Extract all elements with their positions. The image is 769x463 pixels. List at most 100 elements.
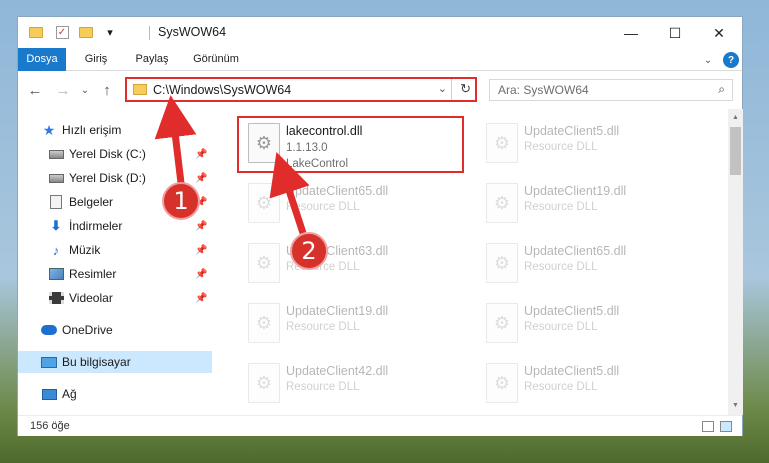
file-description: Resource DLL	[286, 381, 360, 393]
pin-icon[interactable]: 📌	[195, 221, 207, 232]
file-name: UpdateClient5.dll	[524, 304, 620, 318]
file-description: Resource DLL	[286, 321, 360, 333]
file-name: UpdateClient5.dll	[524, 124, 620, 138]
star-icon: ★	[42, 121, 56, 138]
forward-button[interactable]: →	[54, 81, 72, 99]
maximize-button[interactable]: ☐	[653, 21, 697, 45]
file-item[interactable]: ⚙ UpdateClient5.dll Resource DLL	[476, 117, 698, 175]
recent-locations-button[interactable]: ⌄	[76, 81, 94, 99]
file-name: UpdateClient5.dll	[524, 364, 620, 378]
file-name: UpdateClient65.dll	[286, 184, 389, 198]
tab-home[interactable]: Giriş	[76, 48, 116, 71]
pin-icon[interactable]: 📌	[195, 269, 207, 280]
minimize-button[interactable]: —	[609, 21, 653, 45]
sidebar-item-label: Müzik	[69, 243, 101, 257]
status-bar: 156 öğe	[18, 415, 742, 436]
address-dropdown-icon[interactable]: ⌄	[438, 82, 447, 95]
sidebar-item-quick-access[interactable]: ★ Hızlı erişim	[18, 119, 212, 141]
music-icon: ♪	[52, 242, 60, 258]
cloud-icon	[41, 322, 57, 338]
dll-file-icon: ⚙	[486, 363, 518, 403]
file-item[interactable]: ⚙ UpdateClient63.dll Resource DLL	[238, 237, 460, 295]
new-folder-icon[interactable]	[78, 25, 94, 40]
sidebar-item-label: Bu bilgisayar	[62, 355, 131, 369]
folder-icon	[28, 25, 44, 40]
sidebar-item-label: Hızlı erişim	[62, 123, 122, 137]
window-title: SysWOW64	[158, 25, 227, 39]
scrollbar-thumb[interactable]	[730, 127, 741, 175]
address-bar[interactable]: C:\Windows\SysWOW64 ⌄ ↻	[125, 77, 477, 102]
file-description: Resource DLL	[286, 201, 360, 213]
pictures-icon	[48, 266, 64, 282]
large-icons-view-icon[interactable]	[720, 421, 732, 432]
dll-file-icon: ⚙	[248, 183, 280, 223]
dll-file-icon: ⚙	[248, 363, 280, 403]
sidebar-item-label: OneDrive	[62, 323, 113, 337]
sidebar-item-onedrive[interactable]: OneDrive	[18, 319, 212, 341]
callout-1: 1	[162, 182, 200, 220]
vertical-scrollbar[interactable]: ▲ ▼	[728, 109, 743, 415]
sidebar-item-network[interactable]: Ağ	[18, 383, 212, 405]
search-placeholder: Ara: SysWOW64	[498, 83, 589, 97]
address-path[interactable]: C:\Windows\SysWOW64	[153, 83, 291, 97]
sidebar-item-this-pc[interactable]: Bu bilgisayar	[18, 351, 212, 373]
document-icon	[48, 194, 64, 210]
file-description: Resource DLL	[524, 321, 598, 333]
title-bar: ✓ ▾ SysWOW64 — ☐ ✕	[18, 17, 742, 48]
sidebar-item-label: Resimler	[69, 267, 117, 281]
dll-file-icon: ⚙	[248, 303, 280, 343]
dll-file-icon: ⚙	[486, 183, 518, 223]
navigation-bar: ← → ⌄ ↑ C:\Windows\SysWOW64 ⌄ ↻ Ara: Sys…	[18, 71, 742, 109]
back-button[interactable]: ←	[26, 81, 44, 99]
dll-file-icon: ⚙	[486, 303, 518, 343]
search-icon[interactable]: ⌕	[718, 82, 725, 97]
details-view-icon[interactable]	[702, 421, 714, 432]
sidebar-item-label: Ağ	[62, 387, 77, 401]
title-separator	[149, 26, 150, 40]
sidebar-item-label: İndirmeler	[69, 219, 123, 233]
file-item[interactable]: ⚙ UpdateClient65.dll Resource DLL	[476, 237, 698, 295]
sidebar-item-label: Belgeler	[69, 195, 114, 209]
dll-file-icon: ⚙	[248, 243, 280, 283]
item-count: 156 öğe	[30, 420, 70, 432]
sidebar-item-videos[interactable]: Videolar 📌	[18, 287, 212, 309]
help-icon[interactable]: ?	[723, 52, 739, 68]
network-icon	[41, 386, 57, 402]
file-item[interactable]: ⚙ UpdateClient5.dll Resource DLL	[476, 357, 698, 415]
dll-file-icon: ⚙	[486, 123, 518, 163]
scroll-down-icon[interactable]: ▼	[728, 399, 743, 413]
file-item[interactable]: ⚙ UpdateClient65.dll Resource DLL	[238, 177, 460, 235]
properties-check-icon[interactable]: ✓	[54, 25, 70, 40]
search-input[interactable]: Ara: SysWOW64 ⌕	[489, 79, 733, 101]
callout-2: 2	[290, 232, 328, 270]
disk-icon	[48, 170, 64, 186]
scroll-up-icon[interactable]: ▲	[728, 111, 743, 125]
file-item[interactable]: ⚙ UpdateClient19.dll Resource DLL	[238, 297, 460, 355]
sidebar-item-local-disk-c[interactable]: Yerel Disk (C:) 📌	[18, 143, 212, 165]
refresh-icon[interactable]: ↻	[460, 81, 471, 97]
expand-ribbon-icon[interactable]: ⌄	[700, 52, 716, 68]
videos-icon	[48, 290, 64, 306]
sidebar-item-label: Yerel Disk (C:)	[69, 147, 146, 161]
sidebar-item-pictures[interactable]: Resimler 📌	[18, 263, 212, 285]
file-item[interactable]: ⚙ UpdateClient19.dll Resource DLL	[476, 177, 698, 235]
customize-toolbar-icon[interactable]: ▾	[102, 25, 118, 40]
pin-icon[interactable]: 📌	[195, 245, 207, 256]
explorer-window: ✓ ▾ SysWOW64 — ☐ ✕ Dosya Giriş Paylaş Gö…	[17, 16, 743, 436]
sidebar-item-label: Videolar	[69, 291, 113, 305]
pin-icon[interactable]: 📌	[195, 293, 207, 304]
file-item[interactable]: ⚙ UpdateClient5.dll Resource DLL	[476, 297, 698, 355]
pin-icon[interactable]: 📌	[195, 149, 207, 160]
tab-share[interactable]: Paylaş	[128, 48, 176, 71]
tab-view[interactable]: Görünüm	[186, 48, 246, 71]
file-description: Resource DLL	[524, 261, 598, 273]
file-name: UpdateClient65.dll	[524, 244, 627, 258]
sidebar-item-music[interactable]: ♪ Müzik 📌	[18, 239, 212, 261]
file-item[interactable]: ⚙ UpdateClient42.dll Resource DLL	[238, 357, 460, 415]
navigation-pane: ★ Hızlı erişim Yerel Disk (C:) 📌 Yerel D…	[18, 109, 215, 415]
file-description: Resource DLL	[524, 201, 598, 213]
close-button[interactable]: ✕	[697, 21, 741, 45]
up-button[interactable]: ↑	[98, 81, 116, 99]
pin-icon[interactable]: 📌	[195, 173, 207, 184]
ribbon-tabs: Dosya Giriş Paylaş Görünüm ⌄ ?	[18, 48, 742, 106]
